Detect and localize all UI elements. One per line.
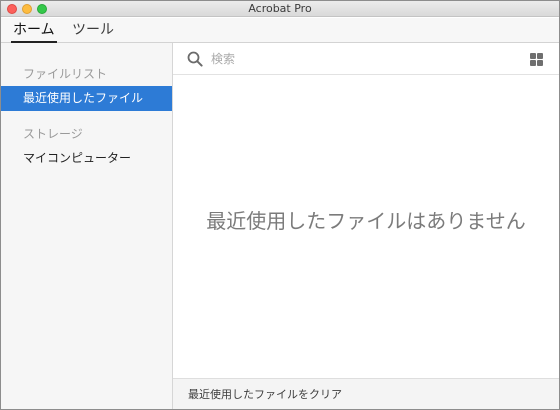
grid-view-icon[interactable]	[530, 53, 543, 66]
main-content: 最近使用したファイルはありません 最近使用したファイルをクリア	[173, 43, 559, 409]
section-heading-storage: ストレージ	[23, 127, 83, 141]
tab-tools[interactable]: ツール	[70, 21, 116, 43]
sidebar-item-recent-files[interactable]: 最近使用したファイル	[1, 86, 172, 111]
sidebar: ファイルリスト 最近使用したファイル ストレージ マイコンピューター	[1, 43, 173, 409]
search-icon[interactable]	[187, 51, 203, 67]
sidebar-item-my-computer[interactable]: マイコンピューター	[1, 146, 172, 171]
title-bar: Acrobat Pro	[1, 1, 559, 17]
window-title: Acrobat Pro	[248, 2, 312, 15]
app-window: Acrobat Pro ホーム ツール ファイルリスト 最近使用したファイル ス…	[0, 0, 560, 410]
search-bar	[173, 43, 559, 75]
search-input[interactable]	[211, 50, 511, 68]
top-navigation: ホーム ツール	[1, 18, 559, 43]
footer-bar: 最近使用したファイルをクリア	[173, 378, 559, 409]
section-heading-file-list: ファイルリスト	[23, 67, 108, 81]
empty-state-message: 最近使用したファイルはありません	[206, 209, 526, 233]
tab-home[interactable]: ホーム	[11, 21, 57, 43]
clear-recent-files-button[interactable]: 最近使用したファイルをクリア	[188, 388, 342, 402]
